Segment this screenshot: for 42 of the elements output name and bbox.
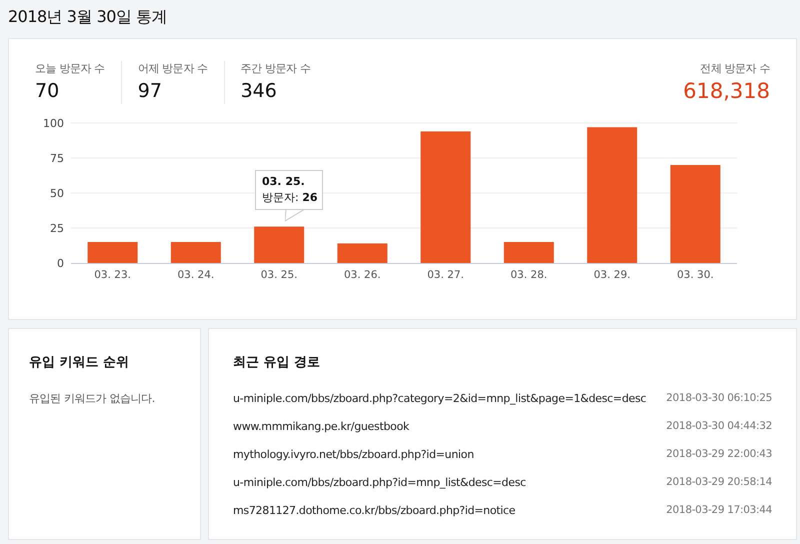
axis-label: 03. 28. bbox=[510, 268, 548, 280]
stat-label: 전체 방문자 수 bbox=[699, 61, 770, 77]
axis-label: 03. 25. bbox=[260, 268, 298, 280]
visit-time: 2018-03-29 20:58:14 bbox=[666, 474, 772, 490]
referrer-link[interactable]: u-miniple.com/bbs/zboard.php?id=mnp_list&desc=desc bbox=[233, 474, 526, 502]
axis-label: 100 bbox=[43, 116, 64, 130]
axis-label: 50 bbox=[50, 186, 64, 200]
bar bbox=[170, 242, 221, 262]
stat-value: 618,318 bbox=[683, 78, 770, 104]
axis-label: 75 bbox=[50, 152, 64, 164]
card-title: 최근 유입 경로 bbox=[233, 354, 322, 372]
card-title: 유입 키워드 순위 bbox=[29, 354, 130, 372]
bar bbox=[337, 242, 388, 262]
bar bbox=[504, 242, 554, 262]
tooltip-title: 03. 25. bbox=[262, 174, 306, 190]
page-title: 2018년 3월 30일 통계 bbox=[8, 6, 168, 28]
bar bbox=[88, 242, 138, 262]
referrer-link[interactable]: mythology.ivyro.net/bbs/zboard.php?id=union bbox=[233, 446, 474, 474]
axis-label: 03. 30. bbox=[677, 268, 714, 280]
referrer-link[interactable]: ms7281127.dothome.co.kr/bbs/zboard.php?id=notice bbox=[233, 502, 516, 530]
visit-time: 2018-03-30 04:44:32 bbox=[666, 418, 772, 434]
visit-time: 2018-03-29 17:03:44 bbox=[666, 502, 772, 518]
axis-label: 03. 24. bbox=[178, 268, 214, 280]
visit-time: 2018-03-29 22:00:43 bbox=[666, 446, 772, 462]
stat-value: 346 bbox=[240, 78, 278, 104]
axis-label: 0 bbox=[57, 256, 64, 270]
stat-value: 97 bbox=[138, 78, 163, 104]
axis-label: 03. 29. bbox=[594, 268, 630, 280]
referrer-link[interactable]: www.mmmikang.pe.kr/guestbook bbox=[233, 418, 410, 446]
stat-label: 주간 방문자 수 bbox=[240, 61, 310, 77]
stat-value: 70 bbox=[35, 78, 60, 104]
visit-time: 2018-03-30 06:10:25 bbox=[666, 390, 772, 406]
tooltip-text: 방문자: 26 bbox=[262, 190, 316, 206]
axis-label: 03. 23. bbox=[94, 268, 131, 280]
stat-label: 오늘 방문자 수 bbox=[35, 61, 105, 77]
stat-label: 어제 방문자 수 bbox=[138, 61, 208, 77]
axis-label: 03. 26. bbox=[344, 268, 381, 280]
axis-label: 03. 27. bbox=[427, 268, 464, 280]
bar bbox=[254, 226, 304, 262]
empty-message: 유입된 키워드가 없습니다. bbox=[29, 390, 156, 406]
referrer-link[interactable]: u-miniple.com/bbs/zboard.php?category=2&id=mnp_list&page=1&desc=desc bbox=[233, 390, 646, 418]
axis-label: 25 bbox=[50, 222, 64, 234]
